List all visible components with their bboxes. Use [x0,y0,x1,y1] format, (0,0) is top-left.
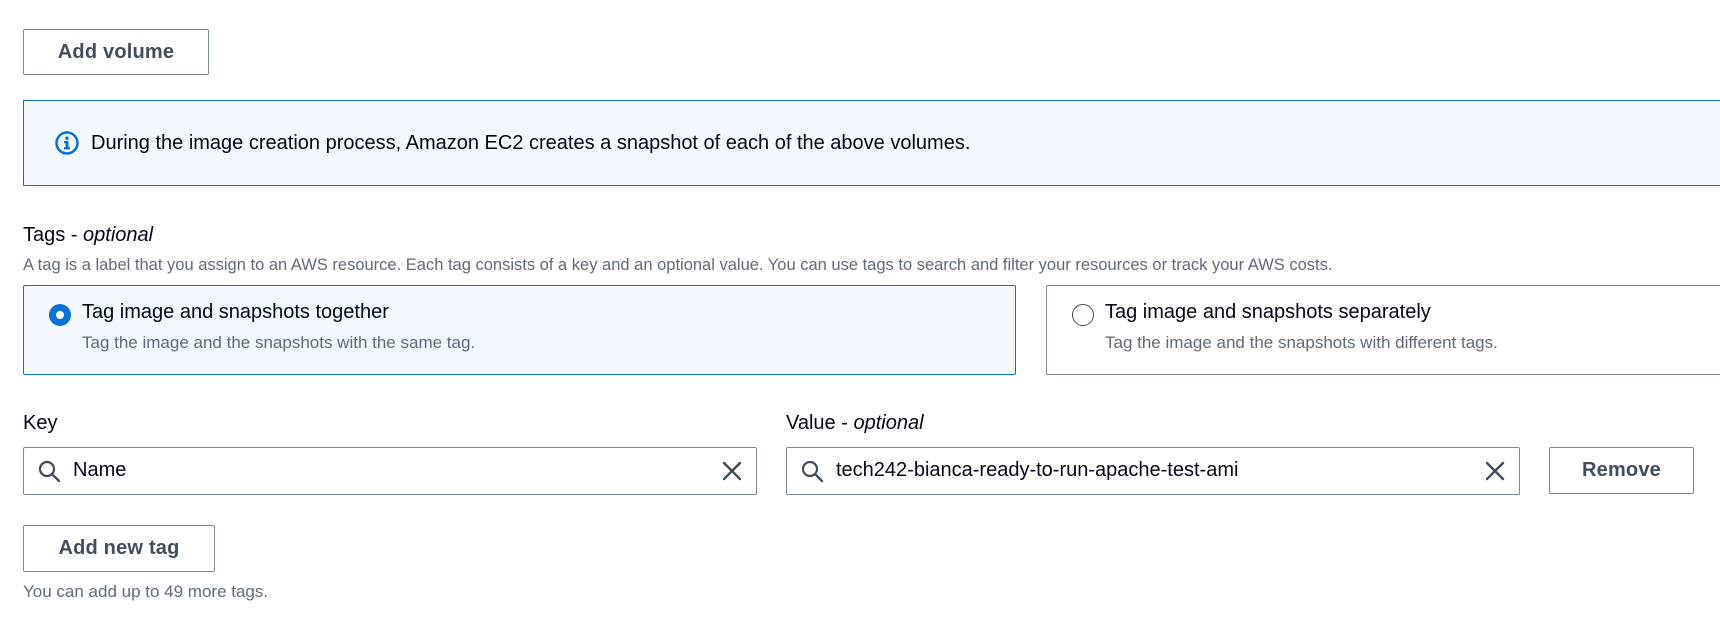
value-label: Value - optional [786,412,924,435]
info-alert: During the image creation process, Amazo… [23,100,1720,186]
tags-limit-hint: You can add up to 49 more tags. [23,582,269,601]
tag-key-field[interactable] [23,447,757,495]
value-label-text: Value - [786,412,854,434]
info-icon [55,131,79,155]
ami-create-page: Add volume During the image creation pro… [0,0,1720,619]
add-new-tag-button[interactable]: Add new tag [23,525,215,572]
value-label-optional: optional [853,412,924,434]
clear-icon[interactable] [1483,459,1507,483]
tags-heading-label: Tags - [23,224,84,246]
key-label: Key [23,412,58,434]
tags-heading: Tags - optional [23,224,153,247]
tag-key-input[interactable] [73,448,695,493]
tag-value-input[interactable] [836,448,1458,493]
add-volume-button[interactable]: Add volume [23,29,209,75]
radio-tag-separately-title: Tag image and snapshots separately [1105,301,1431,323]
tags-heading-optional: optional [83,224,154,246]
tags-description: A tag is a label that you assign to an A… [23,256,1333,274]
tag-value-field[interactable] [786,447,1520,495]
search-icon [38,460,61,483]
radio-tag-together-description: Tag the image and the snapshots with the… [82,333,476,352]
radio-selected-icon[interactable] [49,304,71,326]
remove-tag-button[interactable]: Remove [1549,447,1694,494]
radio-tag-together[interactable]: Tag image and snapshots together Tag the… [23,285,1016,375]
radio-tag-separately[interactable]: Tag image and snapshots separately Tag t… [1046,285,1720,375]
radio-unselected-icon[interactable] [1072,304,1094,326]
radio-tag-together-title: Tag image and snapshots together [82,301,389,323]
search-icon [801,460,824,483]
info-alert-text: During the image creation process, Amazo… [91,131,971,154]
radio-tag-separately-description: Tag the image and the snapshots with dif… [1105,333,1498,352]
clear-icon[interactable] [720,459,744,483]
